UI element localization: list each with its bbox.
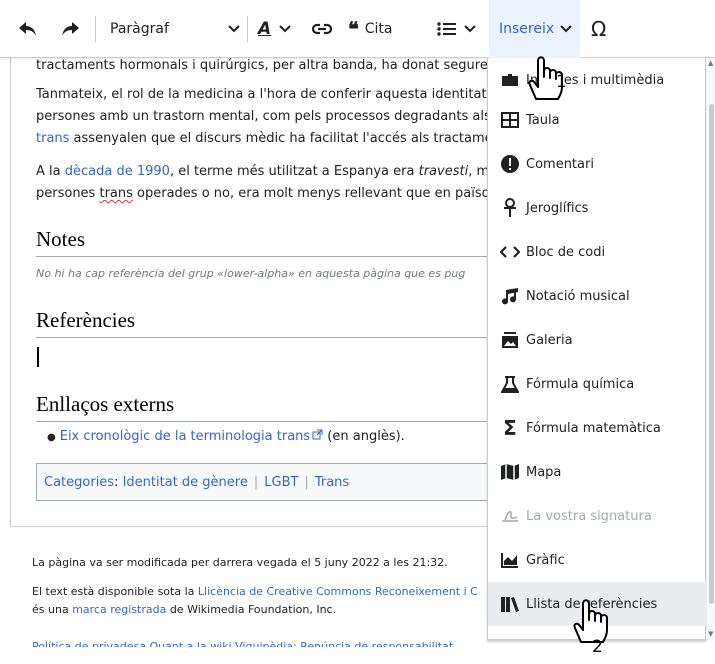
menu-item-label: Galeria xyxy=(526,332,573,348)
undo-icon xyxy=(19,22,36,36)
menu-item-label: La vostra signatura xyxy=(526,508,652,524)
menu-item-label: Jeroglífics xyxy=(526,200,589,216)
license-link[interactable]: Llicència de Creative Commons Reconeixem… xyxy=(198,585,477,598)
menu-item-label: Mapa xyxy=(526,464,562,480)
list-button[interactable] xyxy=(437,0,476,58)
cite-button[interactable]: ❝ Cita xyxy=(348,0,393,58)
step-number: 1 xyxy=(556,72,567,92)
trans-misspelled: trans xyxy=(99,186,133,201)
footer-links[interactable]: Política de privadesa Quant a la wiki Vi… xyxy=(32,640,477,647)
menu-item-chart[interactable]: Gràfic xyxy=(488,538,707,582)
scroll-down-icon[interactable]: ▼ xyxy=(708,630,713,638)
trademark-line: és una marca registrada de Wikimedia Fou… xyxy=(32,603,337,616)
text-style-icon: A xyxy=(258,19,272,39)
signature-icon xyxy=(500,506,520,526)
step-number: 2 xyxy=(592,637,603,657)
chevron-down-icon xyxy=(279,25,291,33)
category-link[interactable]: Trans xyxy=(315,475,349,490)
code-icon xyxy=(500,242,520,262)
menu-item-chemistry[interactable]: Fórmula química xyxy=(488,362,707,406)
link-button[interactable] xyxy=(311,0,333,58)
trans-link[interactable]: trans xyxy=(36,131,69,146)
menu-item-media[interactable]: Imatges i multimèdia xyxy=(488,58,707,102)
bullet-list-icon xyxy=(437,22,456,36)
menu-item-code-block[interactable]: Bloc de codi xyxy=(488,230,707,274)
flask-icon xyxy=(500,374,520,394)
comment-icon xyxy=(500,154,520,174)
last-modified: La pàgina va ser modificada per darrera … xyxy=(32,556,448,569)
menu-item-comment[interactable]: Comentari xyxy=(488,142,707,186)
menu-item-map[interactable]: Mapa xyxy=(488,450,707,494)
menu-item-label: Comentari xyxy=(526,156,594,172)
menu-item-math[interactable]: Σ Fórmula matemàtica xyxy=(488,406,707,450)
decade-link[interactable]: dècada de 1990 xyxy=(65,164,170,179)
timeline-link[interactable]: Eix cronològic de la terminologia xyxy=(60,429,277,444)
insert-dropdown-menu: Imatges i multimèdia Taula Comentari Jer… xyxy=(487,58,707,640)
map-icon xyxy=(500,462,520,482)
quote-icon: ❝ xyxy=(348,17,359,41)
omega-icon: Ω xyxy=(591,17,607,41)
chevron-down-icon xyxy=(560,25,572,33)
references-icon xyxy=(500,594,520,614)
external-link-item: ● Eix cronològic de la terminologia trans… xyxy=(47,429,405,444)
sigma-icon: Σ xyxy=(503,416,517,440)
chevron-down-icon xyxy=(464,25,476,33)
menu-item-signature[interactable]: La vostra signatura xyxy=(488,494,707,538)
category-link[interactable]: LGBT xyxy=(264,475,298,490)
trademark-link[interactable]: marca registrada xyxy=(72,603,166,616)
categories-label[interactable]: Categories xyxy=(44,475,114,490)
menu-scrollbar-thumb[interactable] xyxy=(709,104,714,604)
editor-toolbar: Paràgraf A ❝ Cita Insereix Ω xyxy=(0,0,715,58)
hand-pointer-icon xyxy=(528,56,563,100)
cite-label: Cita xyxy=(364,21,393,37)
text-style-button[interactable]: A xyxy=(258,0,291,58)
undo-button[interactable] xyxy=(18,0,38,58)
chart-icon xyxy=(500,550,520,570)
menu-item-label: Bloc de codi xyxy=(526,244,606,260)
ankh-icon xyxy=(500,198,520,218)
menu-item-label: Fórmula química xyxy=(526,376,635,392)
scroll-up-icon[interactable]: ▲ xyxy=(708,59,713,67)
external-link-icon xyxy=(312,429,323,440)
gallery-icon xyxy=(500,330,520,350)
special-character-button[interactable]: Ω xyxy=(591,0,606,58)
menu-item-label: Fórmula matemàtica xyxy=(526,420,661,436)
text-cursor xyxy=(37,347,39,367)
insert-label: Insereix xyxy=(499,21,555,37)
link-icon xyxy=(311,23,333,35)
menu-item-gallery[interactable]: Galeria xyxy=(488,318,707,362)
license-line: El text està disponible sota la Llicènci… xyxy=(32,585,477,598)
format-select[interactable]: Paràgraf xyxy=(110,0,245,58)
redo-button[interactable] xyxy=(60,0,80,58)
menu-item-table[interactable]: Taula xyxy=(488,98,707,142)
menu-item-label: Gràfic xyxy=(526,552,565,568)
insert-menu-button[interactable]: Insereix xyxy=(489,0,580,58)
menu-item-hieroglyphs[interactable]: Jeroglífics xyxy=(488,186,707,230)
chevron-down-icon xyxy=(228,25,240,33)
table-icon xyxy=(500,110,520,130)
category-link[interactable]: Identitat de gènere xyxy=(123,475,248,490)
menu-item-label: Notació musical xyxy=(526,288,630,304)
music-icon xyxy=(500,286,520,306)
format-select-value: Paràgraf xyxy=(110,21,169,37)
menu-item-label: Taula xyxy=(526,112,560,128)
menu-item-music[interactable]: Notació musical xyxy=(488,274,707,318)
image-icon xyxy=(500,70,520,90)
notes-placeholder: No hi ha cap referència del grup «lower-… xyxy=(36,267,466,280)
editor-frame-border xyxy=(10,58,11,526)
redo-icon xyxy=(62,22,79,36)
